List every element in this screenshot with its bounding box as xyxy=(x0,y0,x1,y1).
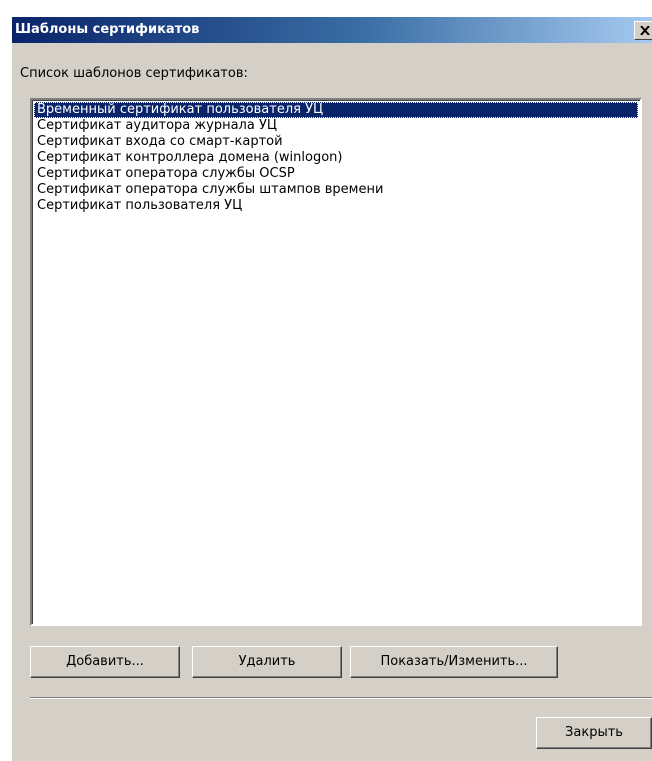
delete-button[interactable]: Удалить xyxy=(192,646,342,678)
list-item[interactable]: Сертификат оператора службы OCSP xyxy=(34,166,638,182)
list-item[interactable]: Сертификат аудитора журнала УЦ xyxy=(34,118,638,134)
list-item[interactable]: Сертификат оператора службы штампов врем… xyxy=(34,182,638,198)
list-item[interactable]: Сертификат пользователя УЦ xyxy=(34,198,638,214)
add-button[interactable]: Добавить... xyxy=(30,646,180,678)
list-item[interactable]: Сертификат входа со смарт-картой xyxy=(34,134,638,150)
templates-listbox[interactable]: Временный сертификат пользователя УЦ Сер… xyxy=(30,98,642,626)
templates-list-items: Временный сертификат пользователя УЦ Сер… xyxy=(34,102,638,214)
view-edit-button[interactable]: Показать/Изменить... xyxy=(350,646,558,678)
certificate-templates-dialog: Шаблоны сертификатов Список шаблонов сер… xyxy=(12,17,652,761)
close-button[interactable]: Закрыть xyxy=(536,717,652,749)
separator xyxy=(30,697,652,699)
close-icon xyxy=(640,26,650,35)
list-item[interactable]: Сертификат контроллера домена (winlogon) xyxy=(34,150,638,166)
templates-list-label: Список шаблонов сертификатов: xyxy=(20,66,248,81)
close-window-button[interactable] xyxy=(634,21,652,40)
window-title: Шаблоны сертификатов xyxy=(15,22,200,37)
title-bar[interactable]: Шаблоны сертификатов xyxy=(12,17,652,43)
list-item[interactable]: Временный сертификат пользователя УЦ xyxy=(34,102,638,118)
